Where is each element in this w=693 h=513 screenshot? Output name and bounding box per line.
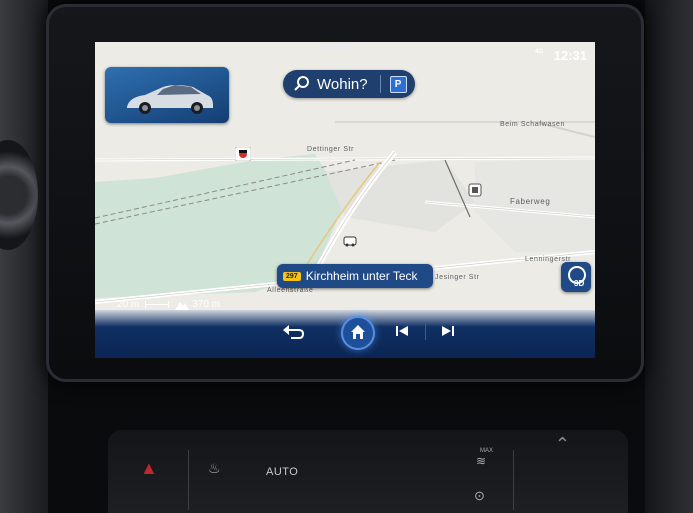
skip-forward-icon[interactable] [441,324,455,338]
search-icon [294,76,309,91]
scale-line [145,301,170,308]
parking-icon[interactable]: P [389,75,407,93]
recirculation-icon[interactable]: ⊙ [474,488,485,504]
climate-console: ▲ ⌃ ♨ AUTO MAX ≋ ⊙ [108,430,628,513]
infotainment-screen: 4G 12:31 Wohin? P Beim Schafwasen Dettin… [95,42,595,358]
auto-climate-button[interactable]: AUTO [266,466,298,478]
dashboard-right-panel [645,0,693,513]
back-arrow-icon[interactable] [283,324,305,340]
view-mode-label: 3D [574,279,585,288]
street-label: Jesinger Str [435,274,480,281]
street-label: Alleenstraße [267,287,314,294]
destination-name: Kirchheim unter Teck [305,269,418,283]
skip-back-icon[interactable] [395,324,409,338]
bar-divider [425,324,426,340]
console-divider [188,450,189,510]
console-divider [513,450,514,510]
destination-label[interactable]: 297 Kirchheim unter Teck [277,264,433,288]
route-badge: 297 [283,271,301,281]
divider [379,75,381,93]
air-vent [0,140,38,250]
scale-label: 20 m [117,299,140,310]
temp-up-right-icon[interactable]: ⌃ [555,434,570,455]
home-icon [351,325,365,339]
scale-bar: 20 m 370 m [117,299,220,310]
poi-icon[interactable] [467,182,483,198]
street-label: Beim Schafwasen [500,121,566,128]
defrost-icon[interactable]: ≋ [476,454,486,468]
street-label: Dettinger Str [307,146,355,153]
network-indicator: 4G [534,49,543,55]
destination-search-button[interactable]: Wohin? P [283,70,415,98]
dashboard-left-panel [0,0,48,513]
elevation-icon [175,301,190,310]
street-label: Faberweg [510,197,551,206]
search-label: Wohin? [317,75,368,93]
vehicle-image [127,85,213,114]
vehicle-position-icon [343,236,357,247]
home-button[interactable] [341,316,375,350]
elevation-label: 370 m [192,299,221,310]
temp-up-left-icon[interactable]: ▲ [140,458,158,479]
view-mode-button[interactable]: 3D [561,262,591,292]
vehicle-tile[interactable] [105,67,229,123]
drawer-handle[interactable] [321,46,355,49]
clock: 12:31 [553,48,587,63]
country-flag-icon[interactable] [235,147,251,161]
airflow-icon[interactable]: ♨ [208,460,221,477]
